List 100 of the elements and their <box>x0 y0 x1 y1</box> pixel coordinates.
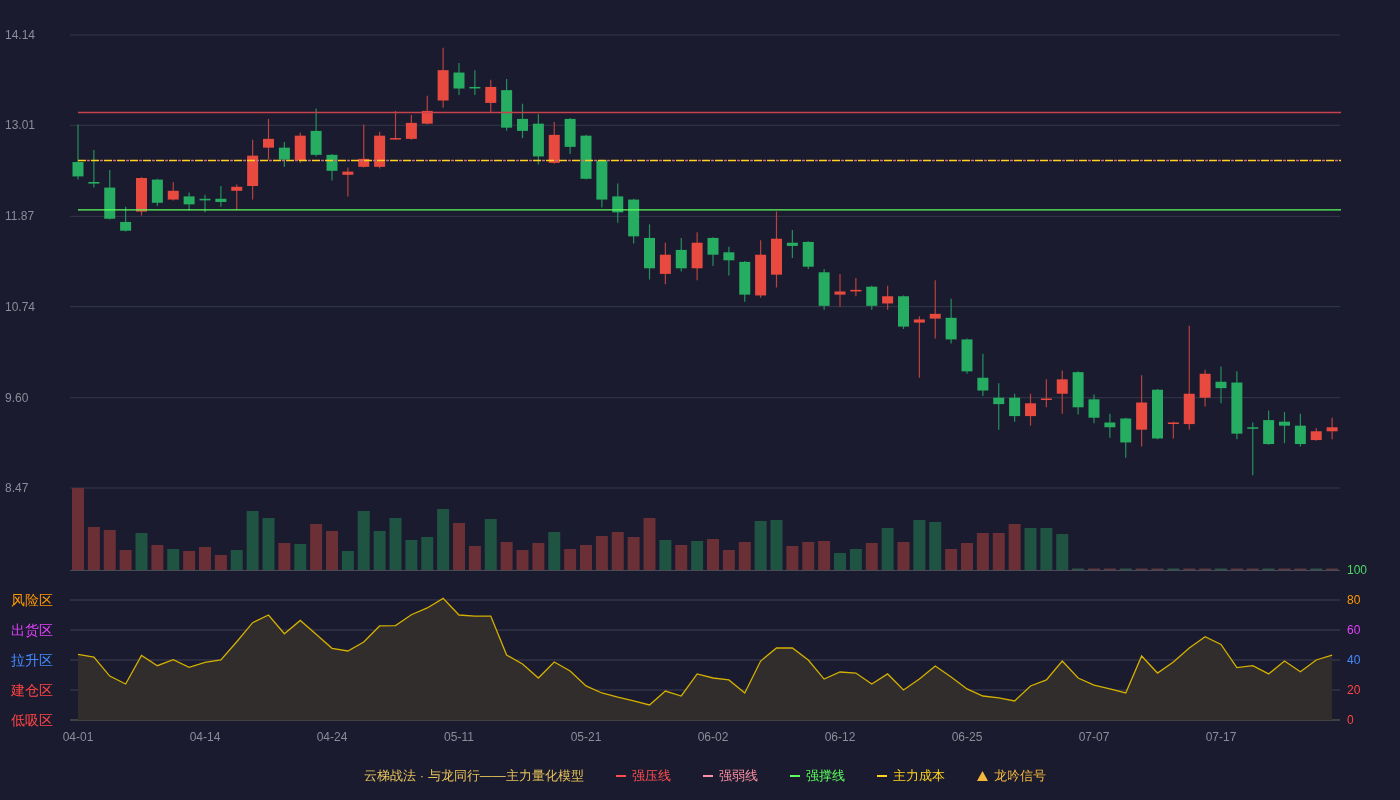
candlestick <box>310 107 322 158</box>
candlestick <box>755 239 767 299</box>
candlestick <box>72 123 84 181</box>
candlestick <box>1294 413 1306 448</box>
candlestick <box>199 194 211 213</box>
legend-label: 主力成本 <box>892 767 945 785</box>
candlestick <box>532 113 544 166</box>
candlestick <box>136 176 147 217</box>
candlestick <box>739 260 751 303</box>
candlestick <box>183 191 195 212</box>
candlestick <box>294 131 306 164</box>
candlestick <box>1040 378 1052 408</box>
candlestick <box>1326 417 1338 440</box>
candlestick <box>929 279 941 340</box>
legend-label: 强压线 <box>631 767 671 785</box>
candlestick <box>215 185 227 208</box>
candlestick <box>1056 369 1068 415</box>
axis-label: 0 <box>1347 713 1354 727</box>
zone-label: 低吸区 <box>11 712 53 728</box>
axis-label: 05-21 <box>570 730 602 744</box>
candlestick <box>485 79 497 114</box>
candlestick <box>913 315 925 379</box>
axis-label: 100 <box>1347 563 1368 577</box>
candlestick <box>247 139 259 201</box>
candlestick <box>850 277 862 297</box>
candlestick <box>374 131 386 169</box>
candlestick <box>1167 421 1179 440</box>
candlestick <box>898 294 909 330</box>
zone-label: 风险区 <box>11 592 53 608</box>
candlestick <box>1263 409 1275 446</box>
axis-label: 20 <box>1347 683 1361 697</box>
candlestick <box>1152 388 1163 440</box>
candlestick <box>802 240 814 270</box>
candlestick <box>88 149 100 189</box>
candlestick <box>167 181 179 201</box>
axis-label: 06-12 <box>824 730 856 744</box>
candlestick <box>517 103 528 139</box>
candlestick <box>390 110 401 141</box>
candlestick <box>580 134 592 181</box>
candlestick <box>882 285 894 311</box>
candlestick <box>453 62 465 96</box>
axis-label: 06-02 <box>697 730 729 744</box>
candlestick <box>501 78 513 132</box>
candlestick <box>1247 421 1259 476</box>
zone-label: 拉升区 <box>11 652 53 668</box>
candlestick <box>644 223 655 281</box>
candlestick <box>469 69 481 96</box>
axis-label: 07-07 <box>1078 730 1110 744</box>
candlestick <box>596 159 608 209</box>
candlestick <box>723 246 735 277</box>
axis-label: 40 <box>1347 653 1361 667</box>
axis-label: 13.01 <box>5 118 36 133</box>
candlestick <box>1025 393 1036 427</box>
candlestick <box>612 183 624 224</box>
legend-title: 云梯战法 · 与龙同行——主力量化模型 <box>364 767 584 785</box>
axis-label: 10.74 <box>5 299 36 314</box>
candlestick <box>691 231 703 281</box>
candlestick <box>564 117 576 155</box>
zone-label: 出货区 <box>11 622 53 638</box>
candlestick <box>945 298 957 344</box>
candlestick <box>961 338 973 375</box>
candlestick <box>1279 411 1290 444</box>
axis-label: 14.14 <box>5 28 36 42</box>
axis-label: 80 <box>1347 593 1361 607</box>
candlestick <box>342 167 354 197</box>
axis-label: 9.60 <box>5 390 29 405</box>
candlestick <box>278 141 290 168</box>
candlestick <box>675 237 687 273</box>
candlestick <box>548 121 560 165</box>
zone-label: 建仓区 <box>11 682 53 698</box>
candlestick <box>358 123 370 169</box>
candlestick <box>1104 413 1116 439</box>
candlestick <box>326 153 338 181</box>
candlestick <box>1088 393 1100 424</box>
candlestick <box>1072 370 1084 416</box>
candlestick <box>786 229 798 259</box>
candlestick <box>151 178 163 207</box>
candlestick <box>1310 427 1322 442</box>
candlestick <box>104 169 116 221</box>
candlestick <box>628 198 640 245</box>
candlestick <box>659 242 671 285</box>
axis-label: 07-17 <box>1205 730 1237 744</box>
legend-label: 强撑线 <box>805 767 845 785</box>
candlestick <box>1199 369 1211 408</box>
axis-label: 05-11 <box>444 730 474 744</box>
axis-label: 04-14 <box>189 730 221 744</box>
legend-label: 强弱线 <box>718 767 758 785</box>
candlestick <box>231 183 243 211</box>
axis-label: 06-25 <box>951 730 983 744</box>
candlestick <box>263 118 274 161</box>
axis-label: 04-01 <box>62 730 94 744</box>
legend-label: 龙吟信号 <box>993 767 1046 785</box>
candlestick <box>977 353 989 397</box>
candlestick <box>405 114 417 141</box>
candlestick <box>421 95 433 126</box>
candlestick <box>1215 365 1227 404</box>
candlestick <box>993 382 1005 431</box>
axis-label: 04-24 <box>316 730 348 744</box>
candlestick <box>120 206 132 233</box>
candlestick <box>1231 370 1243 440</box>
